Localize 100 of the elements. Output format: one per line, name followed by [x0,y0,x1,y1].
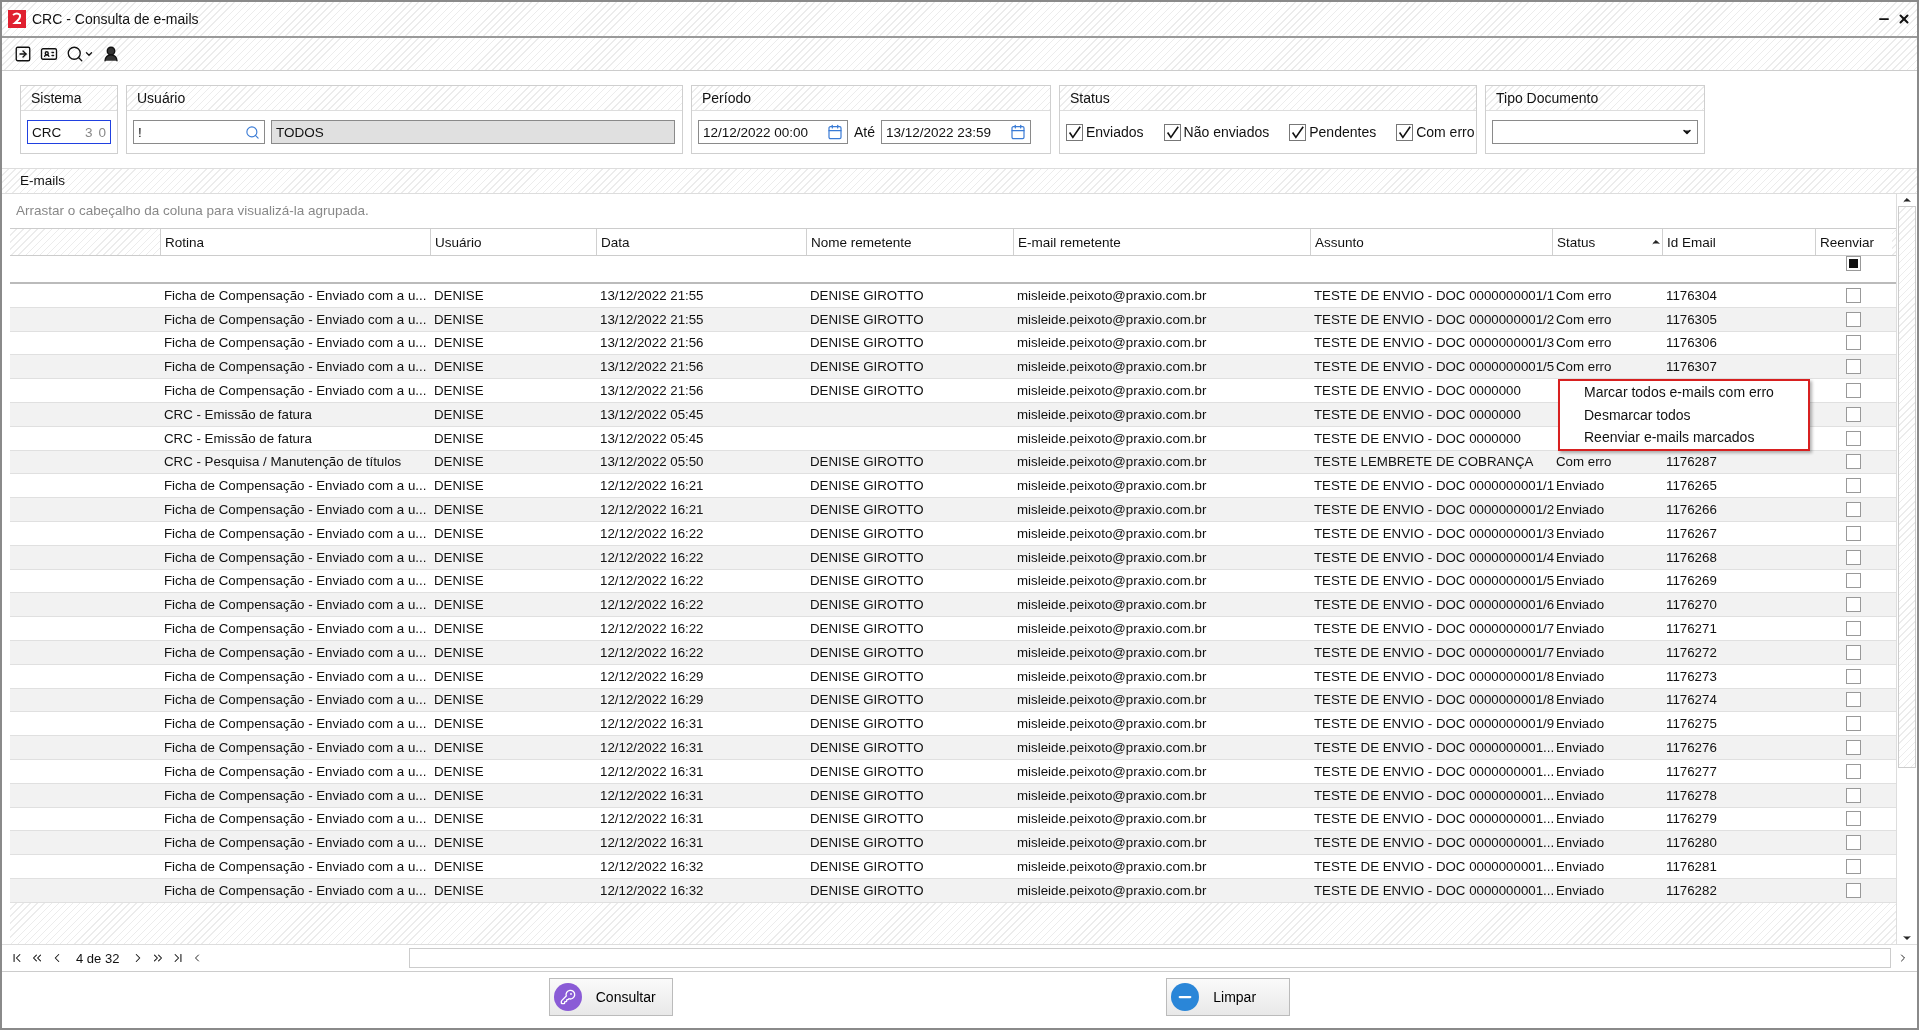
resend-checkbox[interactable] [1846,882,1861,898]
table-cell-text: misleide.peixoto@praxio.com.br [1016,621,1208,637]
date-field[interactable]: 13/12/2022 23:59 [881,120,1031,144]
table-cell-text: TESTE DE ENVIO - DOC 0000000001... [1313,811,1552,827]
column-header[interactable]: Reenviar [1815,229,1892,255]
calendar-icon[interactable] [827,124,843,140]
table-cell-text: DENISE GIROTTO [809,525,925,541]
resend-checkbox[interactable] [1846,359,1861,375]
resend-checkbox[interactable] [1846,668,1861,684]
table-cell-text: Com erro [1555,287,1613,303]
date-field[interactable]: 12/12/2022 00:00 [698,120,848,144]
table-cell-text: DENISE GIROTTO [809,383,925,399]
resend-checkbox[interactable] [1846,478,1861,494]
resend-checkbox[interactable] [1846,383,1861,399]
first-page-icon[interactable] [10,951,24,965]
column-header[interactable]: Status [1552,229,1662,255]
caret-icon[interactable] [84,49,94,59]
table-cell-text: misleide.peixoto@praxio.com.br [1016,692,1208,708]
resend-checkbox[interactable] [1846,549,1861,565]
resend-checkbox[interactable] [1846,597,1861,613]
table-cell-text: 12/12/2022 16:32 [599,859,705,874]
table-cell-text: TESTE DE ENVIO - DOC 0000000001/8 [1313,692,1552,708]
resend-checkbox[interactable] [1846,525,1861,541]
resend-checkbox[interactable] [1846,763,1861,779]
search-button[interactable]: Consultar [548,978,673,1016]
table-cell-text: DENISE GIROTTO [809,597,925,613]
table-cell-text: misleide.peixoto@praxio.com.br [1016,549,1208,565]
resend-checkbox[interactable] [1846,811,1861,827]
user-icon[interactable] [102,45,120,63]
resend-checkbox[interactable] [1846,621,1861,637]
column-header[interactable]: Assunto [1310,229,1552,255]
table-cell-text: Ficha de Compensação - Enviado com a u... [163,335,428,351]
until-label: Até [854,124,875,140]
resend-checkbox[interactable] [1846,454,1861,470]
clear-button[interactable]: Limpar [1166,978,1291,1016]
table-cell-text: misleide.peixoto@praxio.com.br [1016,430,1208,446]
close-icon[interactable] [1897,12,1911,26]
card-icon[interactable] [40,45,58,63]
resend-checkbox[interactable] [1846,692,1861,708]
table-cell-text: Enviado [1555,668,1606,684]
table-cell-text: TESTE DE ENVIO - DOC 0000000001/7 [1313,621,1552,637]
menu-item[interactable]: Marcar todos e-mails com erro [1584,384,1808,401]
search-icon[interactable] [66,45,84,63]
status-checkbox[interactable]: Pendentes [1289,123,1377,141]
status-checkbox[interactable]: Não enviados [1163,123,1270,141]
table-cell-text: Enviado [1555,478,1606,494]
table-cell-text: Ficha de Compensação - Enviado com a u... [163,716,428,732]
section-title: E-mails [2,168,1917,194]
table-cell-text: Ficha de Compensação - Enviado com a u... [163,668,428,684]
resend-checkbox[interactable] [1846,311,1861,327]
table-cell-text: 13/12/2022 05:45 [599,406,705,422]
table-cell-text: DENISE [433,454,485,470]
resend-checkbox[interactable] [1846,859,1861,874]
table-cell-text: misleide.peixoto@praxio.com.br [1016,740,1208,756]
table-cell-text: DENISE [433,383,485,399]
status-checkbox[interactable]: Com erro [1396,123,1475,141]
resend-checkbox[interactable] [1846,335,1861,351]
table-cell-text: CRC - Emissão de fatura [163,406,313,422]
table-cell-text: Ficha de Compensação - Enviado com a u... [163,621,428,637]
checkmark-icon [1291,125,1305,139]
scrollbar-thumb[interactable] [1898,206,1916,768]
table-cell-text: DENISE GIROTTO [809,621,925,637]
table-cell-text: DENISE [433,573,485,589]
horizontal-scrollbar[interactable] [409,948,1891,968]
resend-checkbox[interactable] [1846,287,1861,303]
resend-checkbox[interactable] [1846,716,1861,732]
previous-page-icon[interactable] [30,951,44,965]
table-cell-text: 1176272 [1665,644,1718,660]
resend-checkbox[interactable] [1846,787,1861,803]
calendar-icon[interactable] [1010,124,1026,140]
menu-item[interactable]: Desmarcar todos [1584,406,1808,423]
table-cell-text: Ficha de Compensação - Enviado com a u... [163,311,428,327]
table-cell-text: 1176271 [1665,621,1718,637]
column-header[interactable]: Nome remetente [806,229,1013,255]
table-cell-text: Enviado [1555,525,1606,541]
resend-checkbox[interactable] [1846,406,1861,422]
table-cell-text: DENISE [433,478,485,494]
column-header[interactable]: Usuário [430,229,596,255]
resend-checkbox[interactable] [1846,644,1861,660]
column-header[interactable]: Id Email [1662,229,1815,255]
column-header[interactable]: Data [596,229,806,255]
user-code-field[interactable]: ! [133,120,265,144]
resend-checkbox[interactable] [1846,835,1861,851]
table-cell-text: DENISE [433,406,485,422]
resend-checkbox[interactable] [1846,502,1861,518]
menu-item[interactable]: Reenviar e-mails marcados [1584,429,1808,446]
table-cell-text: DENISE GIROTTO [809,668,925,684]
resend-checkbox[interactable] [1846,430,1861,446]
system-field[interactable]: CRC 3 0 [27,120,111,144]
table-cell-text: Ficha de Compensação - Enviado com a u... [163,692,428,708]
resend-checkbox[interactable] [1846,740,1861,756]
table-cell-text: DENISE [433,859,485,874]
column-header[interactable]: E-mail remetente [1013,229,1310,255]
table-cell-text: DENISE [433,335,485,351]
exit-icon[interactable] [14,45,32,63]
select-all-checkbox[interactable] [1846,256,1861,271]
column-header[interactable]: Rotina [160,229,430,255]
resend-checkbox[interactable] [1846,573,1861,589]
table-cell-text: DENISE GIROTTO [809,692,925,708]
status-checkbox[interactable]: Enviados [1066,123,1144,141]
